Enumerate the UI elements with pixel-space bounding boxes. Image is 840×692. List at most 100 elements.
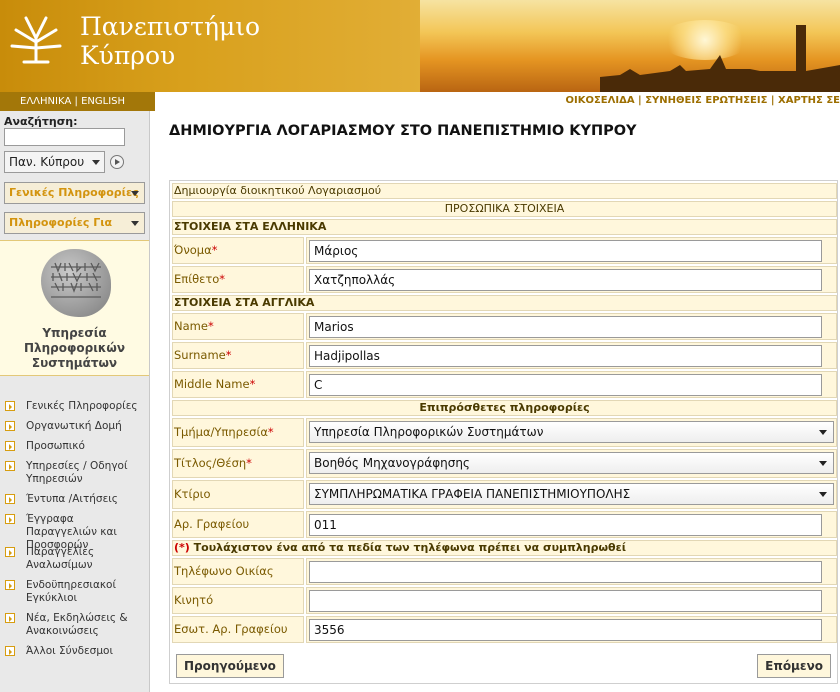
sidebar-item-staff[interactable]: Προσωπικό xyxy=(0,440,149,453)
office-ext-cell: 3556 xyxy=(306,616,837,643)
last-name-gr-label: Επίθετο* xyxy=(172,266,304,293)
general-info-menu[interactable]: Γενικές Πληροφορίες xyxy=(4,182,145,204)
row-first-name-en: Name* Marios xyxy=(172,313,837,340)
sidebar-item-forms[interactable]: Έντυπα /Αιτήσεις xyxy=(0,493,149,506)
sidebar-item-other-links[interactable]: Άλλοι Σύνδεσμοι xyxy=(0,645,149,658)
phone-notice-mark: (*) xyxy=(174,541,190,554)
sidebar-item-news[interactable]: Νέα, Εκδηλώσεις & Ανακοινώσεις xyxy=(0,612,149,638)
chevron-down-icon xyxy=(819,492,827,497)
info-for-menu[interactable]: Πληροφορίες Για xyxy=(4,212,145,234)
arrow-bullet-icon xyxy=(5,494,15,504)
logo-line-1: Πανεπιστήμιο xyxy=(80,12,261,41)
building-select-value: ΣΥΜΠΛΗΡΩΜΑΤΙΚΑ ΓΡΑΦΕΙΑ ΠΑΝΕΠΙΣΤΗΜΙΟΥΠΟΛΗ… xyxy=(314,487,631,501)
section-personal: ΠΡΟΣΩΠΙΚΑ ΣΤΟΙΧΕΙΑ xyxy=(172,201,837,217)
sidebar-item-label: Γενικές Πληροφορίες xyxy=(26,400,138,412)
search-scope-select[interactable]: Παν. Κύπρου xyxy=(4,151,105,173)
top-links[interactable]: ΟΙΚΟΣΕΛΙΔΑ | ΣΥΝΗΘΕΙΣ ΕΡΩΤΗΣΕΙΣ | ΧΑΡΤΗΣ… xyxy=(566,95,840,106)
first-name-gr-input[interactable]: Μάριος xyxy=(309,240,822,262)
first-name-en-cell: Marios xyxy=(306,313,837,340)
arrow-bullet-icon xyxy=(5,580,15,590)
mobile-input[interactable] xyxy=(309,590,822,612)
search-label: Αναζήτηση: xyxy=(4,115,78,128)
last-name-en-input[interactable]: Hadjipollas xyxy=(309,345,822,367)
last-name-en-cell: Hadjipollas xyxy=(306,342,837,369)
chevron-down-icon xyxy=(131,221,139,226)
row-position: Τίτλος/Θέση* Βοηθός Μηχανογράφησης xyxy=(172,449,837,478)
sidebar-item-general-info[interactable]: Γενικές Πληροφορίες xyxy=(0,400,149,413)
position-cell: Βοηθός Μηχανογράφησης xyxy=(306,449,837,478)
service-title[interactable]: Υπηρεσία Πληροφορικών Συστημάτων xyxy=(0,326,149,371)
sub-navigation-bar: ΕΛΛΗΝΙΚΑ | ENGLISH ΟΙΚΟΣΕΛΙΔΑ | ΣΥΝΗΘΕΙΣ… xyxy=(0,92,840,111)
section-additional: Επιπρόσθετες πληροφορίες xyxy=(172,400,837,416)
chevron-down-icon xyxy=(131,191,139,196)
page-title: ΔΗΜΙΟΥΡΓΙΑ ΛΟΓΑΡΙΑΣΜΟΥ ΣΤΟ ΠΑΝΕΠΙΣΤΗΜΙΟ … xyxy=(169,123,637,139)
previous-button[interactable]: Προηγούμενο xyxy=(176,654,284,678)
arrow-bullet-icon xyxy=(5,421,15,431)
arrow-bullet-icon xyxy=(5,514,15,524)
arrow-bullet-icon xyxy=(5,461,15,471)
office-no-cell: 011 xyxy=(306,511,837,538)
row-department: Τμήμα/Υπηρεσία* Υπηρεσία Πληροφορικών Συ… xyxy=(172,418,837,447)
university-name[interactable]: Πανεπιστήμιο Κύπρου xyxy=(80,12,260,70)
position-select[interactable]: Βοηθός Μηχανογράφησης xyxy=(309,452,834,474)
last-name-gr-cell: Χατζηπολλάς xyxy=(306,266,837,293)
search-go-icon[interactable] xyxy=(110,155,124,169)
sidebar: Αναζήτηση: Παν. Κύπρου Γενικές Πληροφορί… xyxy=(0,111,150,692)
arrow-bullet-icon xyxy=(5,646,15,656)
last-name-en-label: Surname* xyxy=(172,342,304,369)
first-name-gr-label: Όνομα* xyxy=(172,237,304,264)
sidebar-item-circulars[interactable]: Ενδοϋπηρεσιακοί Εγκύκλιοι xyxy=(0,579,149,605)
sidebar-item-consumables[interactable]: Παραγγελίες Αναλωσίμων xyxy=(0,546,149,572)
arrow-bullet-icon xyxy=(5,441,15,451)
building-select[interactable]: ΣΥΜΠΛΗΡΩΜΑΤΙΚΑ ΓΡΑΦΕΙΑ ΠΑΝΕΠΙΣΤΗΜΙΟΥΠΟΛΗ… xyxy=(309,483,834,505)
office-ext-input[interactable]: 3556 xyxy=(309,619,822,641)
position-label: Τίτλος/Θέση* xyxy=(172,449,304,478)
chevron-down-icon xyxy=(819,461,827,466)
row-mobile: Κινητό xyxy=(172,587,837,614)
sidebar-item-services[interactable]: Υπηρεσίες / Οδηγοί Υπηρεσιών xyxy=(0,460,149,486)
section-greek: ΣΤΟΙΧΕΙΑ ΣΤΑ ΕΛΛΗΝΙΚΑ xyxy=(172,219,837,235)
building-label: Κτίριο xyxy=(172,480,304,509)
last-name-gr-input[interactable]: Χατζηπολλάς xyxy=(309,269,822,291)
row-office-ext: Εσωτ. Αρ. Γραφείου 3556 xyxy=(172,616,837,643)
mobile-label: Κινητό xyxy=(172,587,304,614)
sidebar-item-label: Οργανωτική Δομή xyxy=(26,420,122,432)
sidebar-item-label: Παραγγελίες Αναλωσίμων xyxy=(26,546,95,571)
sidebar-item-label: Ενδοϋπηρεσιακοί Εγκύκλιοι xyxy=(26,579,117,604)
first-name-en-input[interactable]: Marios xyxy=(309,316,822,338)
logo-line-2: Κύπρου xyxy=(80,41,176,70)
sidebar-item-org-structure[interactable]: Οργανωτική Δομή xyxy=(0,420,149,433)
home-phone-label: Τηλέφωνο Οικίας xyxy=(172,558,304,585)
info-for-menu-label: Πληροφορίες Για xyxy=(9,216,113,229)
department-select[interactable]: Υπηρεσία Πληροφορικών Συστημάτων xyxy=(309,421,834,443)
language-switch[interactable]: ΕΛΛΗΝΙΚΑ | ENGLISH xyxy=(0,92,155,111)
sidebar-item-label: Προσωπικό xyxy=(26,440,85,452)
middle-name-input[interactable]: C xyxy=(309,374,822,396)
sidebar-item-label: Έντυπα /Αιτήσεις xyxy=(26,493,118,505)
row-middle-name: Middle Name* C xyxy=(172,371,837,398)
university-tree-logo-icon[interactable] xyxy=(8,12,64,68)
search-input[interactable] xyxy=(4,128,125,146)
chevron-down-icon xyxy=(819,430,827,435)
sidebar-item-label: Άλλοι Σύνδεσμοι xyxy=(26,645,113,657)
building-silhouette xyxy=(600,25,840,92)
home-phone-input[interactable] xyxy=(309,561,822,583)
home-phone-cell xyxy=(306,558,837,585)
row-last-name-en: Surname* Hadjipollas xyxy=(172,342,837,369)
service-box: Υπηρεσία Πληροφορικών Συστημάτων xyxy=(0,240,149,376)
arrow-bullet-icon xyxy=(5,613,15,623)
first-name-en-label: Name* xyxy=(172,313,304,340)
row-building: Κτίριο ΣΥΜΠΛΗΡΩΜΑΤΙΚΑ ΓΡΑΦΕΙΑ ΠΑΝΕΠΙΣΤΗΜ… xyxy=(172,480,837,509)
arrow-bullet-icon xyxy=(5,401,15,411)
next-button[interactable]: Επόμενο xyxy=(757,654,831,678)
position-select-value: Βοηθός Μηχανογράφησης xyxy=(314,456,470,470)
first-name-gr-cell: Μάριος xyxy=(306,237,837,264)
middle-name-label: Middle Name* xyxy=(172,371,304,398)
seal-icon xyxy=(41,249,111,317)
form-caption: Δημιουργία διοικητικού Λογαριασμού xyxy=(172,183,837,199)
office-no-label: Αρ. Γραφείου xyxy=(172,511,304,538)
office-no-input[interactable]: 011 xyxy=(309,514,822,536)
department-cell: Υπηρεσία Πληροφορικών Συστημάτων xyxy=(306,418,837,447)
general-info-menu-label: Γενικές Πληροφορίες xyxy=(9,186,139,199)
row-office-no: Αρ. Γραφείου 011 xyxy=(172,511,837,538)
